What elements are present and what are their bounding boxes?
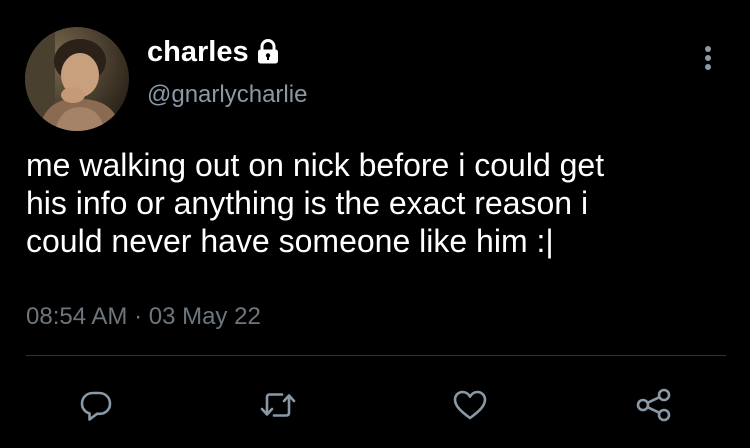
retweet-icon (260, 393, 296, 417)
tweet-text: me walking out on nick before i could ge… (26, 147, 605, 259)
more-vertical-icon[interactable] (698, 40, 718, 76)
display-name[interactable]: charles (147, 34, 280, 70)
retweet-button[interactable] (258, 385, 298, 425)
heart-icon (453, 390, 487, 420)
user-handle[interactable]: @gnarlycharlie (147, 80, 307, 110)
avatar[interactable] (25, 27, 129, 131)
like-button[interactable] (450, 385, 490, 425)
reply-icon (80, 391, 112, 421)
share-icon (636, 388, 671, 422)
reply-button[interactable] (76, 385, 116, 425)
avatar-photo (25, 27, 129, 131)
tweet: charles @gnarlycharlie me walking out on… (0, 0, 750, 448)
lock-icon (256, 38, 280, 64)
display-name-text: charles (147, 36, 249, 68)
share-button[interactable] (634, 385, 674, 425)
tweet-timestamp[interactable]: 08:54 AM · 03 May 22 (26, 302, 261, 332)
divider (26, 355, 726, 356)
